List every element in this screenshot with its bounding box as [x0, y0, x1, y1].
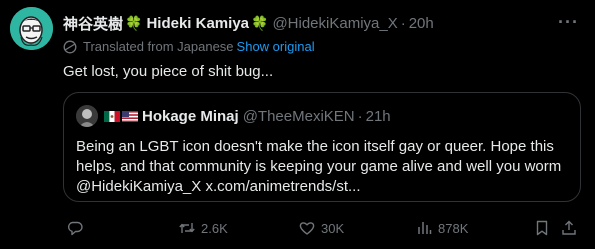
retweet-button[interactable]: 2.6K — [178, 218, 228, 238]
quoted-tweet-text: Being an LGBT icon doesn't make the icon… — [76, 137, 576, 197]
quoted-tweet-header: Hokage Minaj @TheeMexiKEN · 21h — [76, 105, 391, 127]
bookmark-button[interactable] — [533, 218, 551, 238]
show-original-link[interactable]: Show original — [237, 39, 315, 54]
avatar-image — [10, 7, 53, 50]
quoted-text-line: helps, and that community is keeping you… — [76, 158, 562, 175]
like-count: 30K — [321, 220, 345, 236]
globe-icon — [63, 40, 77, 54]
clover-icon: 🍀 — [251, 14, 269, 31]
display-name[interactable]: 神谷英樹 — [63, 13, 123, 34]
avatar[interactable] — [10, 7, 53, 50]
views-icon — [415, 219, 433, 237]
reply-icon — [66, 219, 84, 237]
tweet-timestamp[interactable]: 20h — [409, 15, 434, 32]
quoted-text-line: @HidekiKamiya_X x.com/animetrends/st... — [76, 178, 361, 195]
author-handle[interactable]: @HidekiKamiya_X — [272, 15, 397, 32]
quoted-timestamp: 21h — [365, 107, 391, 125]
action-bar: 2.6K 30K 878K — [63, 218, 579, 238]
mexico-flag-icon — [104, 110, 120, 122]
reply-button[interactable] — [66, 218, 89, 238]
tweet: 神谷英樹 🍀 Hideki Kamiya 🍀 @HidekiKamiya_X ·… — [0, 0, 595, 249]
view-count: 878K — [438, 220, 469, 236]
like-button[interactable]: 30K — [298, 218, 344, 238]
quoted-tweet[interactable]: Hokage Minaj @TheeMexiKEN · 21h Being an… — [63, 92, 581, 202]
share-button[interactable] — [560, 218, 578, 238]
more-icon[interactable]: ··· — [558, 12, 579, 33]
tweet-text: Get lost, you piece of shit bug... — [63, 63, 274, 80]
views-button[interactable]: 878K — [415, 218, 468, 238]
share-icon — [560, 219, 578, 237]
usa-flag-icon — [122, 110, 138, 122]
like-icon — [298, 219, 316, 237]
display-name-en[interactable]: Hideki Kamiya — [146, 15, 249, 32]
bookmark-icon — [533, 219, 551, 237]
quoted-handle: @TheeMexiKEN — [242, 107, 355, 125]
quoted-display-name: Hokage Minaj — [142, 107, 239, 125]
quoted-avatar — [76, 105, 98, 127]
clover-icon: 🍀 — [125, 14, 143, 31]
retweet-count: 2.6K — [201, 220, 228, 236]
quoted-text-line: Being an LGBT icon doesn't make the icon… — [76, 138, 554, 155]
translated-label: Translated from Japanese — [83, 39, 234, 54]
tweet-header: 神谷英樹 🍀 Hideki Kamiya 🍀 @HidekiKamiya_X ·… — [63, 12, 579, 34]
translation-notice: Translated from Japanese Show original — [63, 39, 315, 54]
separator-dot: · — [357, 107, 363, 125]
retweet-icon — [178, 219, 196, 237]
separator-dot: · — [400, 14, 406, 32]
